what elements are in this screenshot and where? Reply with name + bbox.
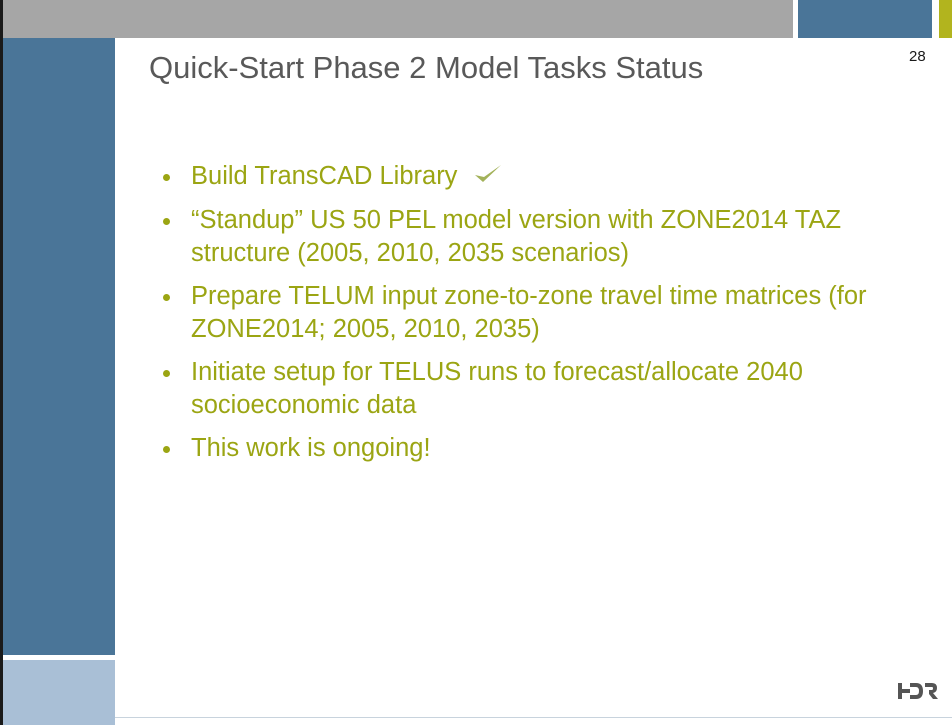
checkmark-icon: [473, 161, 503, 194]
bullet-item: Prepare TELUM input zone-to-zone travel …: [155, 280, 915, 346]
bullet-item: “Standup” US 50 PEL model version with Z…: [155, 204, 915, 270]
bullet-item: Build TransCAD Library: [155, 160, 915, 194]
top-blue-accent: [798, 0, 932, 38]
bullet-item: Initiate setup for TELUS runs to forecas…: [155, 356, 915, 422]
bullet-text: Initiate setup for TELUS runs to forecas…: [191, 357, 803, 419]
left-light-band: [3, 660, 115, 725]
slide-title: Quick-Start Phase 2 Model Tasks Status: [149, 50, 704, 85]
left-blue-band: [3, 38, 115, 655]
bullet-dot-icon: [163, 293, 170, 301]
bullet-dot-icon: [163, 369, 170, 377]
bullet-text: “Standup” US 50 PEL model version with Z…: [191, 205, 842, 267]
bullet-dot-icon: [163, 445, 170, 453]
top-gray-bar: [3, 0, 793, 38]
top-green-accent: [939, 0, 952, 38]
bullet-list: Build TransCAD Library “Standup” US 50 P…: [155, 160, 915, 475]
bullet-text: This work is ongoing!: [191, 433, 431, 462]
hdr-logo: [896, 680, 940, 707]
bullet-text: Prepare TELUM input zone-to-zone travel …: [191, 281, 867, 343]
bullet-dot-icon: [163, 217, 170, 225]
bottom-rule: [115, 717, 952, 718]
bullet-text: Build TransCAD Library: [191, 162, 458, 190]
bullet-dot-icon: [163, 174, 170, 181]
page-number: 28: [909, 48, 926, 65]
bullet-item: This work is ongoing!: [155, 432, 915, 465]
slide: Quick-Start Phase 2 Model Tasks Status 2…: [0, 0, 952, 725]
